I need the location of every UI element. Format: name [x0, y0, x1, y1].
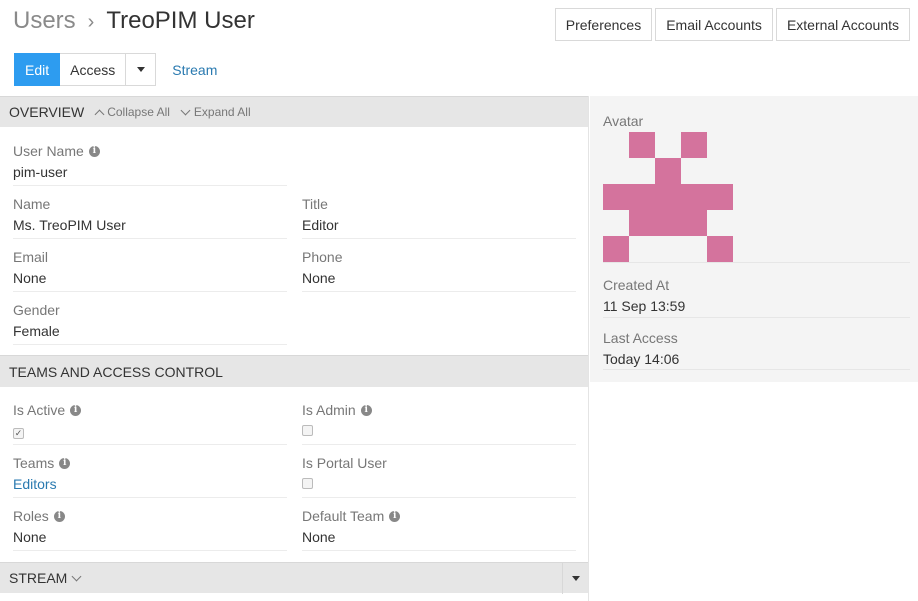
teams-value-link[interactable]: Editors — [13, 476, 287, 498]
email-value: None — [13, 270, 287, 292]
last-access-label: Last Access — [603, 330, 678, 346]
avatar-identicon — [603, 132, 733, 262]
teams-panel-title: TEAMS AND ACCESS CONTROL — [9, 363, 223, 380]
stream-panel-header[interactable]: STREAM — [0, 562, 588, 594]
roles-value: None — [13, 529, 287, 551]
info-icon[interactable]: i — [88, 146, 100, 157]
field-phone: Phone None — [302, 249, 576, 292]
title-value: Editor — [302, 217, 576, 239]
preferences-button[interactable]: Preferences — [554, 8, 653, 41]
page-title: Users › TreoPIM User — [13, 6, 255, 37]
created-at-label: Created At — [603, 277, 670, 293]
action-bar: Edit Access Stream — [14, 53, 217, 86]
access-button[interactable]: Access — [60, 53, 127, 86]
chevron-up-icon — [94, 109, 105, 119]
caret-down-icon — [136, 67, 145, 72]
created-at-value: 11 Sep 13:59 — [603, 298, 686, 314]
edit-button[interactable]: Edit — [14, 53, 61, 86]
is-admin-value — [302, 423, 576, 445]
caret-down-icon — [571, 576, 580, 581]
divider — [603, 317, 910, 318]
name-label: Name — [13, 196, 51, 212]
info-icon[interactable]: i — [70, 405, 82, 416]
divider — [603, 369, 910, 370]
is-portal-user-value — [302, 476, 576, 498]
user-name-value: pim-user — [13, 164, 287, 186]
overview-title: OVERVIEW — [9, 104, 85, 120]
info-icon[interactable]: i — [59, 458, 71, 469]
last-access-value: Today 14:06 — [603, 351, 680, 367]
collapse-all-label: Collapse All — [107, 105, 170, 119]
field-is-portal-user: Is Portal User — [302, 455, 576, 498]
field-roles: Roles i None — [13, 508, 287, 551]
top-button-group: Preferences Email Accounts External Acco… — [554, 8, 910, 41]
user-name-label: User Name — [13, 143, 84, 159]
overview-panel-header: OVERVIEW Collapse All Expand All — [0, 96, 588, 127]
more-actions-dropdown[interactable] — [126, 53, 157, 86]
default-team-label: Default Team — [302, 508, 385, 524]
breadcrumb-users-link[interactable]: Users — [13, 7, 76, 34]
expand-all-label: Expand All — [193, 105, 251, 119]
main-panels: OVERVIEW Collapse All Expand All User Na… — [0, 96, 589, 601]
collapse-all-button[interactable]: Collapse All — [94, 105, 170, 119]
gender-label: Gender — [13, 302, 60, 318]
phone-label: Phone — [302, 249, 343, 265]
field-user-name: User Name i pim-user — [13, 143, 287, 186]
default-team-value: None — [302, 529, 576, 551]
field-gender: Gender Female — [13, 302, 287, 345]
side-panel: Avatar Created At 11 Sep 13:59 Last Acce… — [590, 96, 918, 382]
is-active-value: ✓ — [13, 423, 287, 445]
info-icon[interactable]: i — [360, 405, 372, 416]
name-value: Ms. TreoPIM User — [13, 217, 287, 239]
is-portal-user-checkbox[interactable] — [302, 478, 313, 489]
email-accounts-button[interactable]: Email Accounts — [655, 8, 773, 41]
field-default-team: Default Team i None — [302, 508, 576, 551]
stream-panel-title: STREAM — [9, 570, 68, 586]
is-admin-checkbox[interactable] — [302, 425, 313, 436]
field-email: Email None — [13, 249, 287, 292]
teams-panel-header: TEAMS AND ACCESS CONTROL — [0, 355, 588, 387]
avatar — [603, 132, 733, 262]
divider — [603, 262, 910, 263]
field-teams: Teams i Editors — [13, 455, 287, 498]
field-title: Title Editor — [302, 196, 576, 239]
stream-link[interactable]: Stream — [172, 62, 217, 78]
expand-all-button[interactable]: Expand All — [180, 105, 251, 119]
chevron-down-icon — [71, 571, 82, 581]
chevron-down-icon — [180, 105, 191, 115]
field-is-admin: Is Admin i — [302, 402, 576, 445]
is-active-label: Is Active — [13, 402, 66, 418]
breadcrumb-current: TreoPIM User — [106, 7, 255, 34]
field-name: Name Ms. TreoPIM User — [13, 196, 287, 239]
breadcrumb-separator: › — [87, 11, 95, 33]
is-portal-user-label: Is Portal User — [302, 455, 387, 471]
info-icon[interactable]: i — [53, 511, 65, 522]
avatar-label: Avatar — [603, 113, 644, 129]
field-is-active: Is Active i ✓ — [13, 402, 287, 445]
gender-value: Female — [13, 323, 287, 345]
phone-value: None — [302, 270, 576, 292]
email-label: Email — [13, 249, 49, 265]
title-label: Title — [302, 196, 328, 212]
is-active-checkbox[interactable]: ✓ — [13, 428, 24, 439]
is-admin-label: Is Admin — [302, 402, 356, 418]
roles-label: Roles — [13, 508, 49, 524]
info-icon[interactable]: i — [389, 511, 401, 522]
stream-options-dropdown[interactable] — [562, 563, 588, 594]
external-accounts-button[interactable]: External Accounts — [775, 8, 910, 41]
teams-label: Teams — [13, 455, 55, 471]
